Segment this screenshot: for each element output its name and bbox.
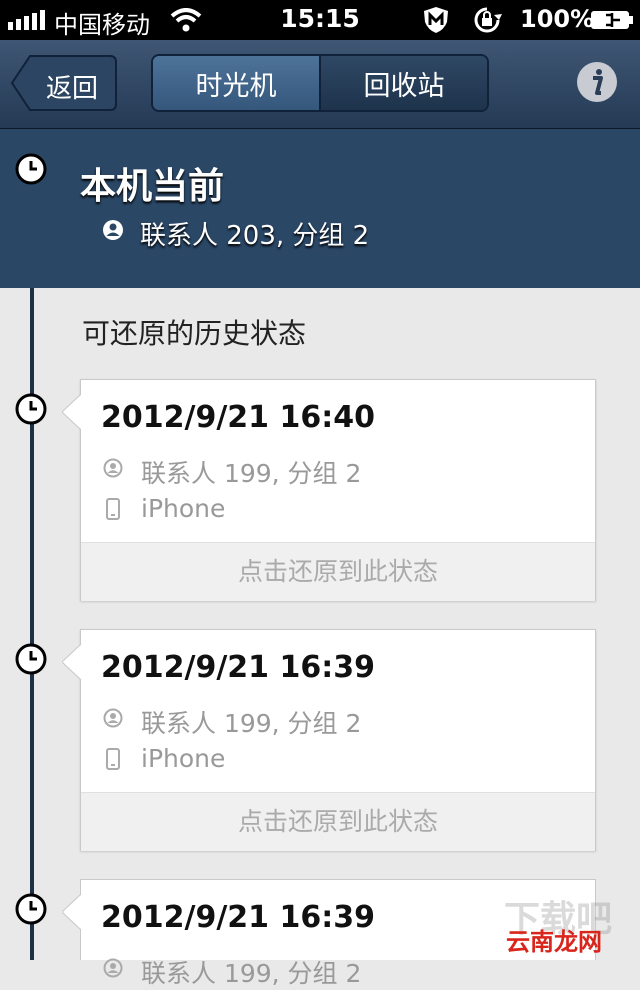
clock-icon xyxy=(15,643,47,675)
phone-icon xyxy=(106,498,120,520)
history-date: 2012/9/21 16:39 xyxy=(101,650,375,685)
phone-icon xyxy=(106,748,120,770)
contact-icon xyxy=(103,708,123,728)
battery-icon xyxy=(591,11,633,29)
back-button-label: 返回 xyxy=(46,74,99,104)
watermark-text: 云南龙网 xyxy=(506,928,602,956)
back-button[interactable]: 返回 xyxy=(10,54,118,112)
battery-percent: 100% xyxy=(520,5,595,33)
rotation-lock-icon xyxy=(474,7,502,33)
current-state-summary: 联系人 203, 分组 2 xyxy=(140,221,370,251)
restore-button[interactable]: 点击还原到此状态 xyxy=(81,542,595,601)
contact-icon xyxy=(103,458,123,478)
history-device: iPhone xyxy=(141,494,226,523)
navigation-bar: 返回 时光机 回收站 xyxy=(0,40,640,129)
clock-icon xyxy=(15,393,47,425)
restore-button[interactable]: 点击还原到此状态 xyxy=(81,792,595,851)
card-pointer xyxy=(62,394,82,430)
history-contacts: 联系人 199, 分组 2 xyxy=(141,959,362,988)
info-icon[interactable] xyxy=(576,61,618,103)
current-state-title: 本机当前 xyxy=(80,166,225,207)
history-card: 2012/9/21 16:40 联系人 199, 分组 2 iPhone 点击还… xyxy=(62,379,596,601)
history-contacts: 联系人 199, 分组 2 xyxy=(141,709,362,738)
watermark-logo: 下载吧 云南龙网 xyxy=(504,890,640,960)
clock-icon xyxy=(15,893,47,925)
card-pointer xyxy=(62,644,82,680)
status-bar: 中国移动 15:15 100% xyxy=(0,0,640,40)
shield-m-icon xyxy=(424,7,448,33)
contact-icon xyxy=(103,958,123,978)
segmented-control: 时光机 回收站 xyxy=(151,54,489,112)
contact-icon xyxy=(103,220,123,240)
tab-time-machine[interactable]: 时光机 xyxy=(153,56,321,110)
history-date: 2012/9/21 16:40 xyxy=(101,400,375,435)
card-pointer xyxy=(62,894,82,930)
current-state-panel: 本机当前 联系人 203, 分组 2 xyxy=(0,129,640,288)
tab-recycle-bin[interactable]: 回收站 xyxy=(321,56,487,110)
clock-icon xyxy=(15,153,47,185)
history-card: 2012/9/21 16:39 联系人 199, 分组 2 iPhone 点击还… xyxy=(62,629,596,851)
section-title: 可还原的历史状态 xyxy=(82,317,307,350)
history-contacts: 联系人 199, 分组 2 xyxy=(141,459,362,488)
history-device: iPhone xyxy=(141,744,226,773)
history-date: 2012/9/21 16:39 xyxy=(101,900,375,935)
